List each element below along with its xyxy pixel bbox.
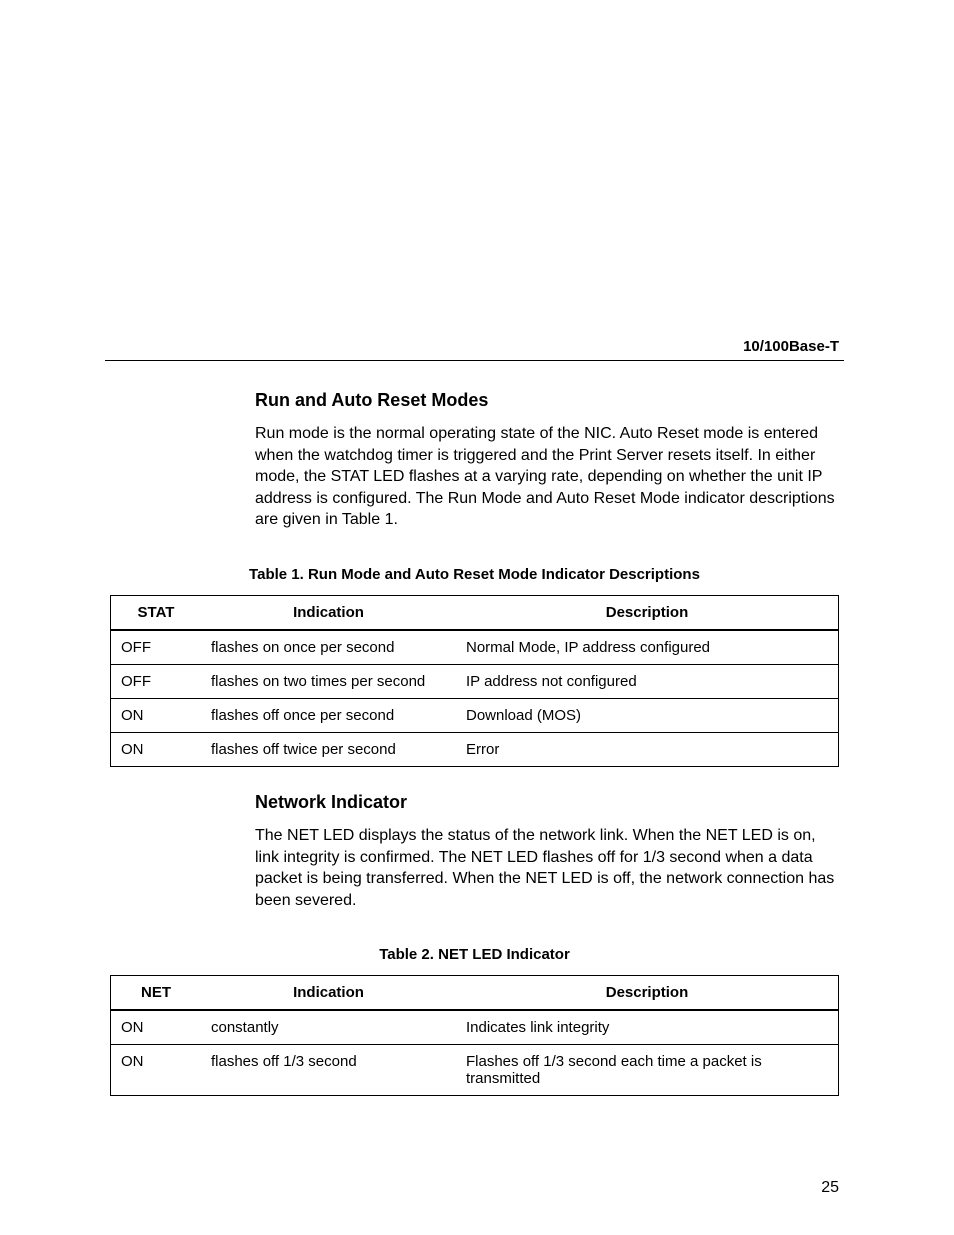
table2-header-c1: NET (111, 976, 202, 1011)
cell: OFF (111, 664, 202, 698)
page-number: 25 (821, 1179, 839, 1197)
cell: Download (MOS) (456, 698, 839, 732)
document-page: 10/100Base-T Run and Auto Reset Modes Ru… (0, 0, 954, 1235)
cell: ON (111, 732, 202, 766)
table2-caption: Table 2. NET LED Indicator (110, 946, 839, 963)
table1-header-row: STAT Indication Description (111, 595, 839, 630)
table-row: OFF flashes on once per second Normal Mo… (111, 630, 839, 665)
table1-header-c3: Description (456, 595, 839, 630)
table2: NET Indication Description ON constantly… (110, 975, 839, 1096)
cell: ON (111, 698, 202, 732)
section2-body: The NET LED displays the status of the n… (255, 825, 839, 911)
cell: flashes on once per second (201, 630, 456, 665)
cell: flashes off twice per second (201, 732, 456, 766)
cell: flashes off 1/3 second (201, 1045, 456, 1096)
table1: STAT Indication Description OFF flashes … (110, 595, 839, 767)
cell: flashes on two times per second (201, 664, 456, 698)
cell: Normal Mode, IP address configured (456, 630, 839, 665)
table-row: ON flashes off twice per second Error (111, 732, 839, 766)
table2-header-c2: Indication (201, 976, 456, 1011)
cell: ON (111, 1045, 202, 1096)
cell: flashes off once per second (201, 698, 456, 732)
table1-caption: Table 1. Run Mode and Auto Reset Mode In… (110, 566, 839, 583)
cell: IP address not configured (456, 664, 839, 698)
cell: OFF (111, 630, 202, 665)
section2-heading: Network Indicator (255, 792, 839, 813)
table1-header-c1: STAT (111, 595, 202, 630)
header-label: 10/100Base-T (743, 338, 839, 355)
content-area: Run and Auto Reset Modes Run mode is the… (255, 390, 839, 1096)
table2-header-c3: Description (456, 976, 839, 1011)
table-row: OFF flashes on two times per second IP a… (111, 664, 839, 698)
cell: Indicates link integrity (456, 1010, 839, 1045)
header-rule (105, 360, 844, 361)
cell: constantly (201, 1010, 456, 1045)
table-row: ON constantly Indicates link integrity (111, 1010, 839, 1045)
table2-header-row: NET Indication Description (111, 976, 839, 1011)
table-row: ON flashes off once per second Download … (111, 698, 839, 732)
cell: ON (111, 1010, 202, 1045)
section1-heading: Run and Auto Reset Modes (255, 390, 839, 411)
cell: Flashes off 1/3 second each time a packe… (456, 1045, 839, 1096)
table1-header-c2: Indication (201, 595, 456, 630)
cell: Error (456, 732, 839, 766)
table-row: ON flashes off 1/3 second Flashes off 1/… (111, 1045, 839, 1096)
section1-body: Run mode is the normal operating state o… (255, 423, 839, 531)
